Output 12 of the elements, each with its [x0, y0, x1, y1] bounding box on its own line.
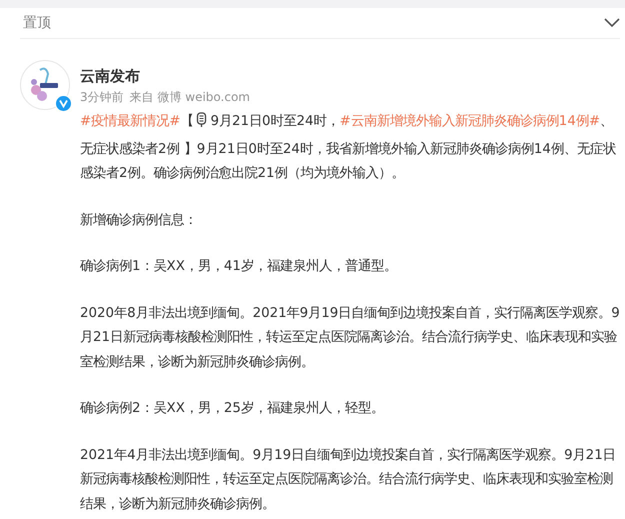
account-name[interactable]: 云南发布 — [80, 66, 250, 86]
post-paragraph: 2020年8月非法出境到缅甸。2021年9月19日自缅甸到边境投案自首，实行隔离医学观察。9月21日新冠病毒核酸检测阳性，转运至定点医院隔离诊治。结合流行病学史、临床表现和实验室检测结果，诊断为新冠肺炎确诊病例。 — [80, 304, 621, 372]
post-paragraph: 新增确诊病例信息： — [80, 212, 198, 230]
post-paragraph: 确诊病例1：吴XX，男，41岁，福建泉州人，普通型。 — [80, 258, 398, 276]
avatar-image[interactable] — [20, 60, 70, 110]
chevron-down-icon[interactable] — [604, 18, 620, 28]
post-paragraph: 2021年4月非法出境到缅甸。9月19日自缅甸到边境投案自首，实行隔离医学观察。9月21日新冠病毒核酸检测阳性，转运至定点医院隔离诊治。结合流行病学史、临床表现和实验室检测结果，诊断为新冠肺炎确诊病例。 — [80, 446, 617, 514]
microphone-icon — [196, 112, 208, 128]
post-paragraph: 确诊病例2：吴XX，男，25岁，福建泉州人，轻型。 — [80, 400, 385, 418]
post-source: 来自 微博 weibo.com — [130, 89, 250, 106]
pinned-label: 置顶 — [22, 14, 51, 32]
post-paragraph: #疫情最新情况#【 9月21日0时至24时，#云南新增境外输入新冠肺炎确诊病例14例#、无症状感染者2例 】9月21日0时至24时，我省新增境外输入新冠肺炎确诊病例14例、无症状感染者2例。确诊病例治愈出院21例（均为境外输入）。 — [80, 111, 617, 183]
